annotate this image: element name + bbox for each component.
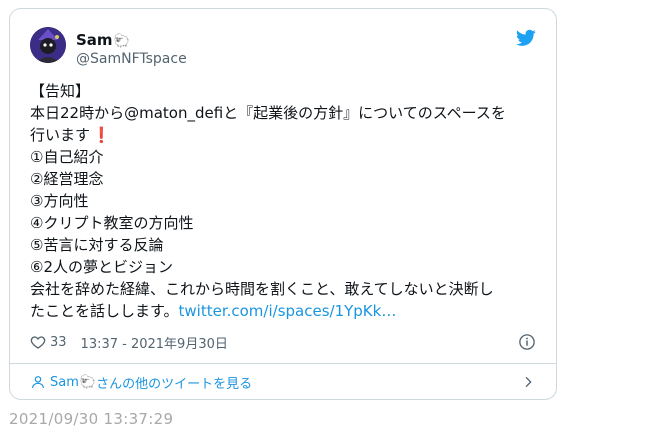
user-handle[interactable]: @SamNFTspace: [76, 50, 187, 68]
user-name-text: Sam: [76, 31, 113, 49]
tweet-line: ①自己紹介: [30, 148, 104, 166]
tweet-line: ④クリプト教室の方向性: [30, 214, 194, 232]
avatar[interactable]: [30, 27, 66, 63]
twitter-bird-icon[interactable]: [516, 29, 536, 47]
tweet-line: ⑥2人の夢とビジョン: [30, 258, 173, 276]
tweet-time[interactable]: 13:37 - 2021年9月30日: [81, 333, 228, 352]
tweet-text: 【告知】 本日22時から@maton_defiと『起業後の方針』についてのスペー…: [30, 80, 535, 322]
tweet-line: 本日22時から@maton_defiと『起業後の方針』についてのスペースを: [30, 104, 506, 122]
like-count[interactable]: 33: [50, 335, 67, 350]
tweet-line: ③方向性: [30, 192, 89, 210]
sheep-emoji: 🐑: [113, 34, 130, 49]
embedded-tweet-card: Sam🐑 @SamNFTspace 【告知】 本日22時から@maton_def…: [9, 8, 557, 400]
tweet-line: ⑤苦言に対する反論: [30, 236, 164, 254]
info-icon[interactable]: [518, 333, 536, 351]
tweet-line: 会社を辞めた経緯、これから時間を割くこと、敢えてしないと決断し: [30, 280, 494, 298]
tweet-line-text: たことを話しします。: [30, 302, 179, 320]
heart-icon[interactable]: [30, 334, 46, 350]
spaces-link[interactable]: twitter.com/i/spaces/1YpKk…: [179, 302, 397, 320]
more-tweets-label: さんの他のツイートを見る: [96, 376, 253, 392]
person-icon: [32, 376, 44, 389]
chevron-right-icon: [525, 376, 532, 388]
tweet-line-text: 行います: [30, 126, 91, 144]
more-tweets-link[interactable]: Sam 🐑 さんの他のツイートを見る: [30, 371, 536, 393]
divider: [10, 363, 556, 364]
sheep-emoji: 🐑: [79, 374, 97, 390]
tweet-meta: 33 13:37 - 2021年9月30日: [30, 332, 228, 352]
exclamation-emoji: ❗: [92, 126, 111, 144]
user-display-name[interactable]: Sam🐑: [76, 31, 130, 51]
more-tweets-user: Sam: [50, 374, 79, 390]
tweet-line: ②経営理念: [30, 170, 104, 188]
avatar-image: [30, 27, 66, 63]
tweet-line: 【告知】: [30, 82, 91, 100]
capture-timestamp: 2021/09/30 13:37:29: [9, 410, 174, 428]
tweet-line: 行います ❗: [30, 124, 535, 146]
tweet-line: たことを話しします。twitter.com/i/spaces/1YpKk…: [30, 300, 535, 322]
